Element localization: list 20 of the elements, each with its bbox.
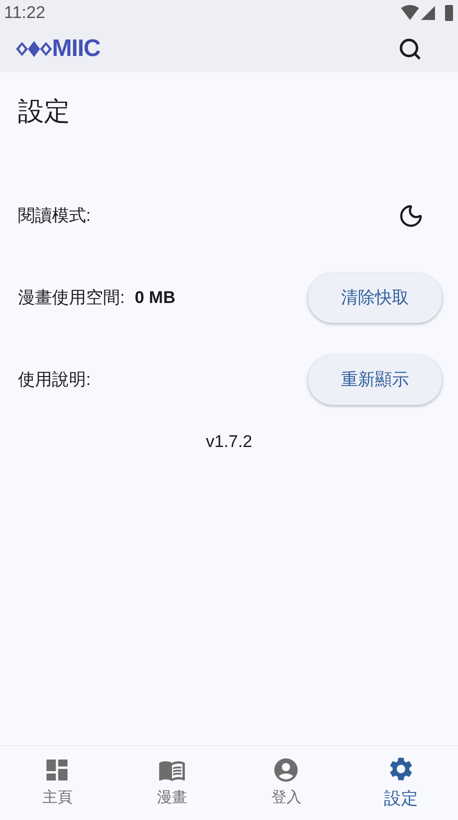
setting-label: 使用說明: bbox=[18, 369, 91, 392]
setting-button[interactable]: 清除快取 bbox=[308, 273, 442, 323]
setting-label: 閱讀模式: bbox=[18, 205, 91, 228]
search-icon bbox=[398, 37, 422, 61]
search-button[interactable] bbox=[398, 37, 422, 61]
nav-tab[interactable]: 主頁 bbox=[0, 746, 114, 820]
setting-label: 漫畫使用空間: bbox=[18, 287, 125, 310]
nav-tab[interactable]: 登入 bbox=[229, 746, 344, 820]
setting-value: 0 MB bbox=[134, 287, 176, 310]
account-icon bbox=[272, 756, 300, 784]
status-time: 11:22 bbox=[4, 2, 46, 24]
status-icons bbox=[401, 4, 453, 22]
moon-icon bbox=[398, 203, 424, 229]
nav-tab[interactable]: 漫畫 bbox=[114, 746, 229, 820]
nav-tab[interactable]: 設定 bbox=[344, 746, 458, 820]
logo-text: MIIC bbox=[52, 34, 100, 64]
page-title: 設定 bbox=[18, 95, 71, 128]
theme-toggle[interactable] bbox=[398, 203, 424, 229]
setting-button[interactable]: 重新顯示 bbox=[308, 355, 442, 405]
version-text: v1.7.2 bbox=[204, 431, 254, 453]
